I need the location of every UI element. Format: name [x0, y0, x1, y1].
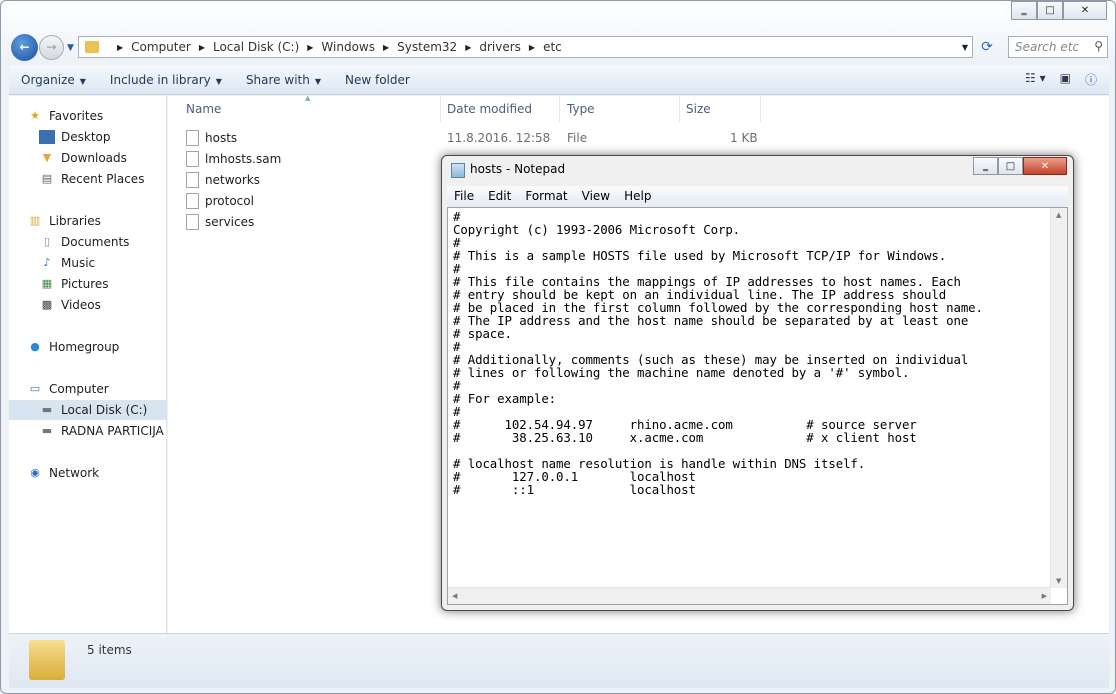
column-header-date[interactable]: Date modified — [447, 102, 532, 116]
menu-edit[interactable]: Edit — [481, 189, 518, 203]
menu-help[interactable]: Help — [617, 189, 658, 203]
notepad-minimize-button[interactable]: ‗ — [973, 157, 998, 175]
forward-button[interactable]: → — [39, 35, 64, 60]
help-icon[interactable]: ⓘ — [1085, 71, 1097, 88]
column-header-name[interactable]: Name — [186, 102, 221, 116]
file-icon — [186, 193, 199, 209]
organize-button[interactable]: Organize ▼ — [9, 73, 98, 87]
notepad-menu-bar: File Edit Format View Help — [447, 186, 1068, 206]
scroll-right-icon[interactable]: ▶ — [1042, 592, 1047, 600]
scroll-left-icon[interactable]: ◀ — [452, 592, 457, 600]
sidebar-local-disk[interactable]: ▬ Local Disk (C:) — [9, 400, 167, 420]
notepad-maximize-button[interactable]: □ — [998, 157, 1023, 175]
file-row[interactable]: networks — [186, 170, 260, 190]
notepad-window: hosts - Notepad ‗ □ ✕ File Edit Format V… — [441, 155, 1074, 611]
address-bar[interactable]: ▶ Computer ▶ Local Disk (C:) ▶ Windows ▶ Sys… — [78, 36, 973, 58]
file-row[interactable]: protocol — [186, 191, 254, 211]
recent-places-icon: ▤ — [41, 172, 53, 185]
sidebar-computer[interactable]: ▭ Computer — [27, 379, 185, 399]
scroll-down-icon[interactable]: ▼ — [1056, 577, 1061, 585]
breadcrumb-drivers[interactable]: drivers — [479, 40, 521, 54]
details-pane: 5 items — [9, 633, 1109, 688]
star-icon: ★ — [30, 109, 40, 122]
file-icon — [186, 172, 199, 188]
music-icon: ♪ — [43, 256, 51, 269]
desktop-icon — [39, 130, 55, 144]
file-row[interactable]: services — [186, 212, 254, 232]
item-count: 5 items — [87, 643, 132, 657]
network-icon: ◉ — [30, 466, 40, 479]
breadcrumb-computer[interactable]: Computer — [131, 40, 191, 54]
horizontal-scrollbar[interactable]: ◀ ▶ — [448, 587, 1051, 604]
computer-icon: ▭ — [29, 382, 41, 395]
homegroup-icon: ● — [30, 340, 40, 353]
sidebar-libraries[interactable]: ▥ Libraries — [27, 211, 185, 231]
refresh-icon[interactable]: ⟳ — [976, 36, 998, 58]
include-in-library-button[interactable]: Include in library ▼ — [98, 73, 234, 87]
libraries-icon: ▥ — [29, 214, 41, 227]
file-icon — [186, 214, 199, 230]
close-button[interactable]: ✕ — [1063, 1, 1107, 20]
file-icon — [186, 151, 199, 167]
file-row[interactable]: lmhosts.sam — [186, 149, 281, 169]
window-controls: ‗ □ ✕ — [1011, 1, 1107, 20]
column-header-type[interactable]: Type — [567, 102, 595, 116]
videos-icon: ▩ — [41, 298, 53, 311]
file-row[interactable]: hosts — [186, 128, 237, 148]
notepad-text-area[interactable]: # Copyright (c) 1993-2006 Microsoft Corp… — [447, 207, 1068, 605]
view-options-icon[interactable]: ☷ ▾ — [1025, 71, 1046, 88]
column-header-size[interactable]: Size — [686, 102, 711, 116]
menu-format[interactable]: Format — [518, 189, 574, 203]
notepad-title: hosts - Notepad — [470, 162, 566, 176]
breadcrumb-local-disk[interactable]: Local Disk (C:) — [213, 40, 299, 54]
vertical-scrollbar[interactable]: ▲ ▼ — [1050, 208, 1067, 588]
notepad-close-button[interactable]: ✕ — [1023, 157, 1067, 175]
command-bar: Organize ▼ Include in library ▼ Share with… — [9, 65, 1109, 95]
breadcrumb: ▶ Computer ▶ Local Disk (C:) ▶ Windows ▶ Sys… — [117, 40, 562, 54]
scroll-up-icon[interactable]: ▲ — [1056, 211, 1061, 219]
notepad-window-controls: ‗ □ ✕ — [973, 157, 1067, 175]
downloads-icon: ▼ — [42, 151, 52, 164]
sidebar-favorites[interactable]: ★ Favorites — [27, 106, 185, 126]
notepad-content[interactable]: # Copyright (c) 1993-2006 Microsoft Corp… — [453, 210, 983, 496]
notepad-icon — [451, 163, 465, 178]
back-button[interactable]: ← — [11, 34, 38, 61]
navigation-buttons: ← → ▼ — [11, 34, 74, 61]
share-with-button[interactable]: Share with ▼ — [234, 73, 333, 87]
menu-file[interactable]: File — [447, 189, 481, 203]
minimize-button[interactable]: ‗ — [1011, 1, 1037, 20]
maximize-button[interactable]: □ — [1037, 1, 1063, 20]
navigation-pane: ★ Favorites Desktop ▼ Downloads ▤ Recent Pl… — [9, 96, 172, 633]
breadcrumb-system32[interactable]: System32 — [397, 40, 457, 54]
recent-pages-dropdown[interactable]: ▼ — [67, 43, 74, 53]
drive-icon: ▬ — [41, 424, 53, 437]
sort-ascending-icon: ▲ — [305, 94, 311, 102]
folder-icon — [85, 41, 99, 53]
search-icon: ⚲ — [1094, 39, 1103, 53]
search-input[interactable]: Search etc ⚲ — [1008, 36, 1108, 58]
drive-icon: ▬ — [41, 403, 53, 416]
folder-icon — [29, 640, 65, 680]
file-type: File — [567, 131, 588, 145]
sidebar-network[interactable]: ◉ Network — [27, 463, 185, 483]
documents-icon: ▯ — [43, 235, 51, 248]
new-folder-button[interactable]: New folder — [333, 73, 422, 87]
file-size: 1 KB — [730, 131, 758, 145]
menu-view[interactable]: View — [575, 189, 617, 203]
breadcrumb-etc[interactable]: etc — [543, 40, 562, 54]
sidebar-homegroup[interactable]: ● Homegroup — [27, 337, 185, 357]
breadcrumb-windows[interactable]: Windows — [321, 40, 375, 54]
search-placeholder: Search etc — [1015, 40, 1079, 54]
address-dropdown-icon[interactable]: ▼ — [962, 43, 968, 52]
file-icon — [186, 130, 199, 146]
pictures-icon: ▦ — [41, 277, 53, 290]
preview-pane-icon[interactable]: ▣ — [1060, 71, 1071, 88]
file-date: 11.8.2016. 12:58 — [447, 131, 551, 145]
